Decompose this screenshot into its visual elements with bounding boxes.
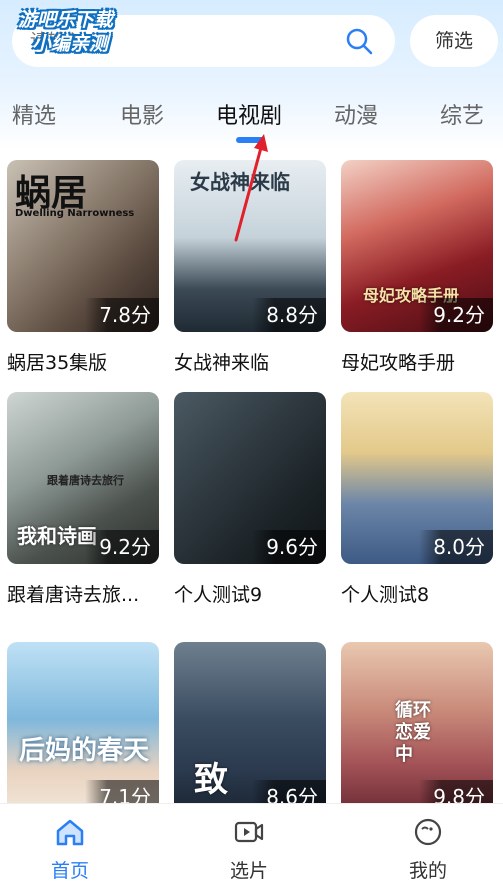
show-title[interactable]: 跟着唐诗去旅...: [7, 580, 159, 607]
watermark-line2: 小编亲测: [32, 33, 109, 55]
poster[interactable]: 9.6分: [174, 392, 326, 564]
watermark-line1: 游吧乐下载: [18, 9, 114, 31]
show-title[interactable]: 女战神来临: [174, 348, 326, 375]
show-card[interactable]: 后妈的春天 7.1分: [7, 642, 159, 830]
show-card[interactable]: 8.0分 个人测试8: [341, 392, 493, 607]
poster-title-text: 后妈的春天: [19, 736, 150, 766]
show-card[interactable]: 跟着唐诗去旅行 我和诗画 9.2分 跟着唐诗去旅...: [7, 392, 159, 607]
nav-home-label: 首页: [50, 860, 89, 882]
filter-button[interactable]: 筛选: [410, 15, 498, 67]
tab-movies[interactable]: 电影: [120, 98, 164, 138]
nav-browse-label: 选片: [229, 860, 268, 882]
tab-variety[interactable]: 综艺: [440, 98, 484, 138]
nav-home[interactable]: 首页: [10, 804, 130, 885]
poster[interactable]: 8.0分: [341, 392, 493, 564]
annotation-arrow-icon: [234, 134, 268, 242]
profile-icon: [414, 818, 442, 846]
show-title[interactable]: 母妃攻略手册: [341, 348, 493, 375]
show-card[interactable]: 循环恋爱中 9.8分: [341, 642, 493, 830]
show-card[interactable]: 母妃攻略手册 9.2分 母妃攻略手册: [341, 160, 493, 375]
show-card[interactable]: 致 8.6分: [174, 642, 326, 830]
watermark-logo: 游吧乐下载 小编亲测: [8, 8, 178, 64]
show-card[interactable]: 9.6分 个人测试9: [174, 392, 326, 607]
poster[interactable]: 母妃攻略手册 9.2分: [341, 160, 493, 332]
search-icon[interactable]: [345, 27, 373, 55]
bottom-navigation: 首页 选片 我的: [0, 803, 503, 885]
nav-browse[interactable]: 选片: [189, 804, 309, 885]
show-title[interactable]: 个人测试8: [341, 580, 493, 607]
poster[interactable]: 跟着唐诗去旅行 我和诗画 9.2分: [7, 392, 159, 564]
poster-title-text: 循环恋爱中: [395, 700, 431, 765]
poster-title-text: 致: [194, 760, 228, 800]
score-badge: 8.8分: [252, 298, 326, 332]
score-badge: 9.2分: [419, 298, 493, 332]
show-title[interactable]: 蜗居35集版: [7, 348, 159, 375]
show-title[interactable]: 个人测试9: [174, 580, 326, 607]
home-icon: [56, 819, 84, 846]
poster[interactable]: 致 8.6分: [174, 642, 326, 814]
poster[interactable]: 循环恋爱中 9.8分: [341, 642, 493, 814]
show-card[interactable]: 蜗居 Dwelling Narrowness 7.8分 蜗居35集版: [7, 160, 159, 375]
tab-featured[interactable]: 精选: [12, 98, 56, 138]
score-badge: 9.2分: [85, 530, 159, 564]
nav-profile[interactable]: 我的: [368, 804, 488, 885]
nav-profile-label: 我的: [408, 860, 447, 882]
score-badge: 9.6分: [252, 530, 326, 564]
video-icon: [234, 821, 264, 843]
score-badge: 8.0分: [419, 530, 493, 564]
score-badge: 7.8分: [85, 298, 159, 332]
poster-subtitle-text: Dwelling Narrowness: [15, 208, 135, 219]
tab-anime[interactable]: 动漫: [334, 98, 378, 138]
poster[interactable]: 后妈的春天 7.1分: [7, 642, 159, 814]
poster-subtitle-text: 跟着唐诗去旅行: [47, 474, 124, 487]
poster[interactable]: 蜗居 Dwelling Narrowness 7.8分: [7, 160, 159, 332]
header: 筛选 游吧乐下载 小编亲测: [0, 0, 503, 90]
